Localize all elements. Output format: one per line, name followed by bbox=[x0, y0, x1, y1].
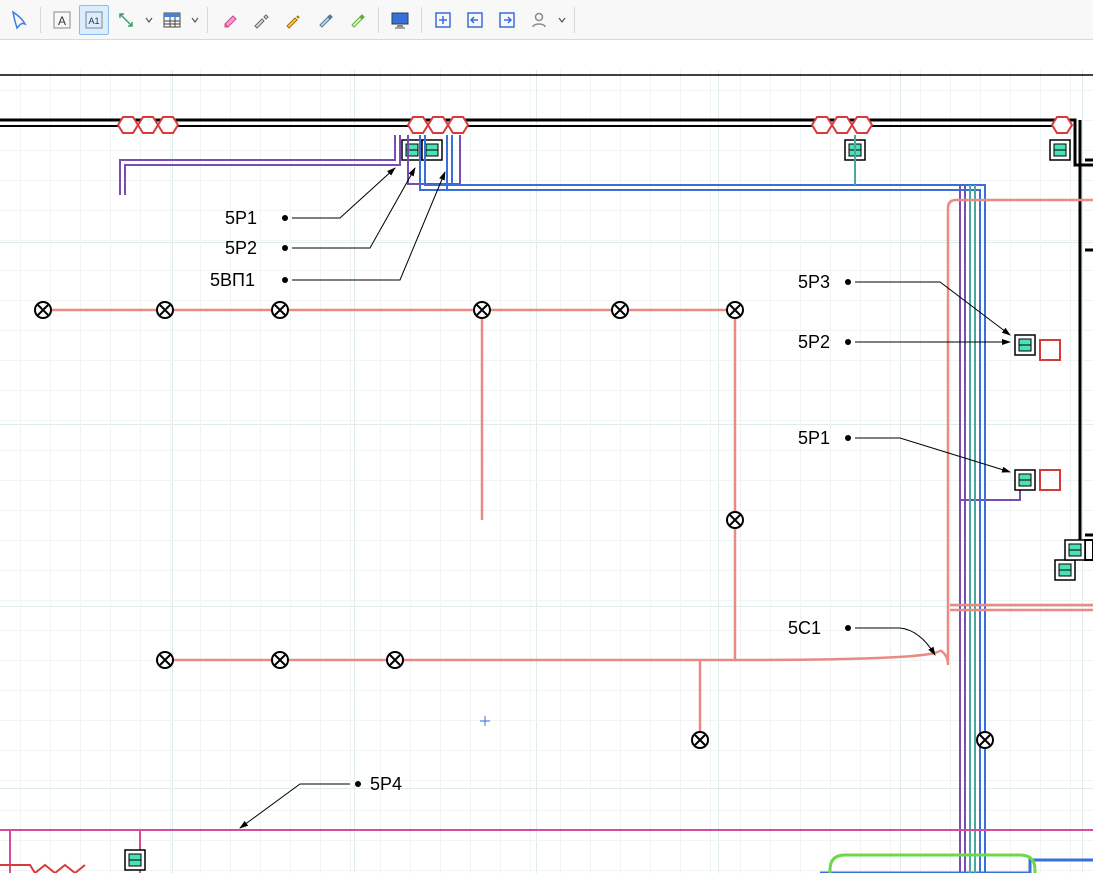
pencil-icon bbox=[283, 10, 303, 30]
pencil-button[interactable] bbox=[278, 5, 308, 35]
monitor-button[interactable] bbox=[385, 5, 415, 35]
arrow-left-box-icon bbox=[465, 10, 485, 30]
svg-text:A: A bbox=[58, 14, 66, 28]
svg-text:A1: A1 bbox=[88, 16, 99, 26]
import-button[interactable] bbox=[428, 5, 458, 35]
marker-button[interactable] bbox=[310, 5, 340, 35]
highlighter-button[interactable] bbox=[342, 5, 372, 35]
text-a-icon: A bbox=[52, 10, 72, 30]
toolbar: A A1 bbox=[0, 0, 1093, 40]
table-icon bbox=[162, 10, 182, 30]
chevron-down-icon bbox=[145, 16, 153, 24]
label-5p1-left: 5Р1 bbox=[225, 208, 257, 228]
eyedropper-icon bbox=[251, 10, 271, 30]
separator bbox=[207, 7, 208, 33]
label-5p1-right: 5Р1 bbox=[798, 428, 830, 448]
dimension-dropdown[interactable] bbox=[143, 16, 155, 24]
chevron-down-icon bbox=[191, 16, 199, 24]
highlighter-icon bbox=[347, 10, 367, 30]
separator bbox=[421, 7, 422, 33]
text-a-button[interactable]: A bbox=[47, 5, 77, 35]
eraser-button[interactable] bbox=[214, 5, 244, 35]
drawing-overlay: 5Р1 5Р2 5ВП1 5Р3 5Р2 5Р1 5С1 5Р4 bbox=[0, 40, 1093, 873]
label-5p2-left: 5Р2 bbox=[225, 238, 257, 258]
arrow-right-box-icon bbox=[497, 10, 517, 30]
box-right-button[interactable] bbox=[492, 5, 522, 35]
monitor-icon bbox=[390, 10, 410, 30]
label-5p3: 5Р3 bbox=[798, 272, 830, 292]
box-left-button[interactable] bbox=[460, 5, 490, 35]
label-5p2-right: 5Р2 bbox=[798, 332, 830, 352]
cursor-icon bbox=[9, 10, 29, 30]
chevron-down-icon bbox=[558, 16, 566, 24]
eraser-icon bbox=[219, 10, 239, 30]
marker-icon bbox=[315, 10, 335, 30]
eyedropper-button[interactable] bbox=[246, 5, 276, 35]
dimension-button[interactable] bbox=[111, 5, 141, 35]
separator bbox=[378, 7, 379, 33]
text-a1-icon: A1 bbox=[84, 10, 104, 30]
user-button[interactable] bbox=[524, 5, 554, 35]
select-tool-button[interactable] bbox=[4, 5, 34, 35]
user-dropdown[interactable] bbox=[556, 16, 568, 24]
user-icon bbox=[529, 10, 549, 30]
separator bbox=[574, 7, 575, 33]
table-button[interactable] bbox=[157, 5, 187, 35]
label-5vp1: 5ВП1 bbox=[210, 270, 255, 290]
drawing-canvas[interactable]: 5Р1 5Р2 5ВП1 5Р3 5Р2 5Р1 5С1 5Р4 bbox=[0, 40, 1093, 873]
text-a1-button[interactable]: A1 bbox=[79, 5, 109, 35]
table-dropdown[interactable] bbox=[189, 16, 201, 24]
plus-box-icon bbox=[433, 10, 453, 30]
dimension-icon bbox=[116, 10, 136, 30]
separator bbox=[40, 7, 41, 33]
label-5c1: 5С1 bbox=[788, 618, 821, 638]
label-5p4: 5Р4 bbox=[370, 774, 402, 794]
